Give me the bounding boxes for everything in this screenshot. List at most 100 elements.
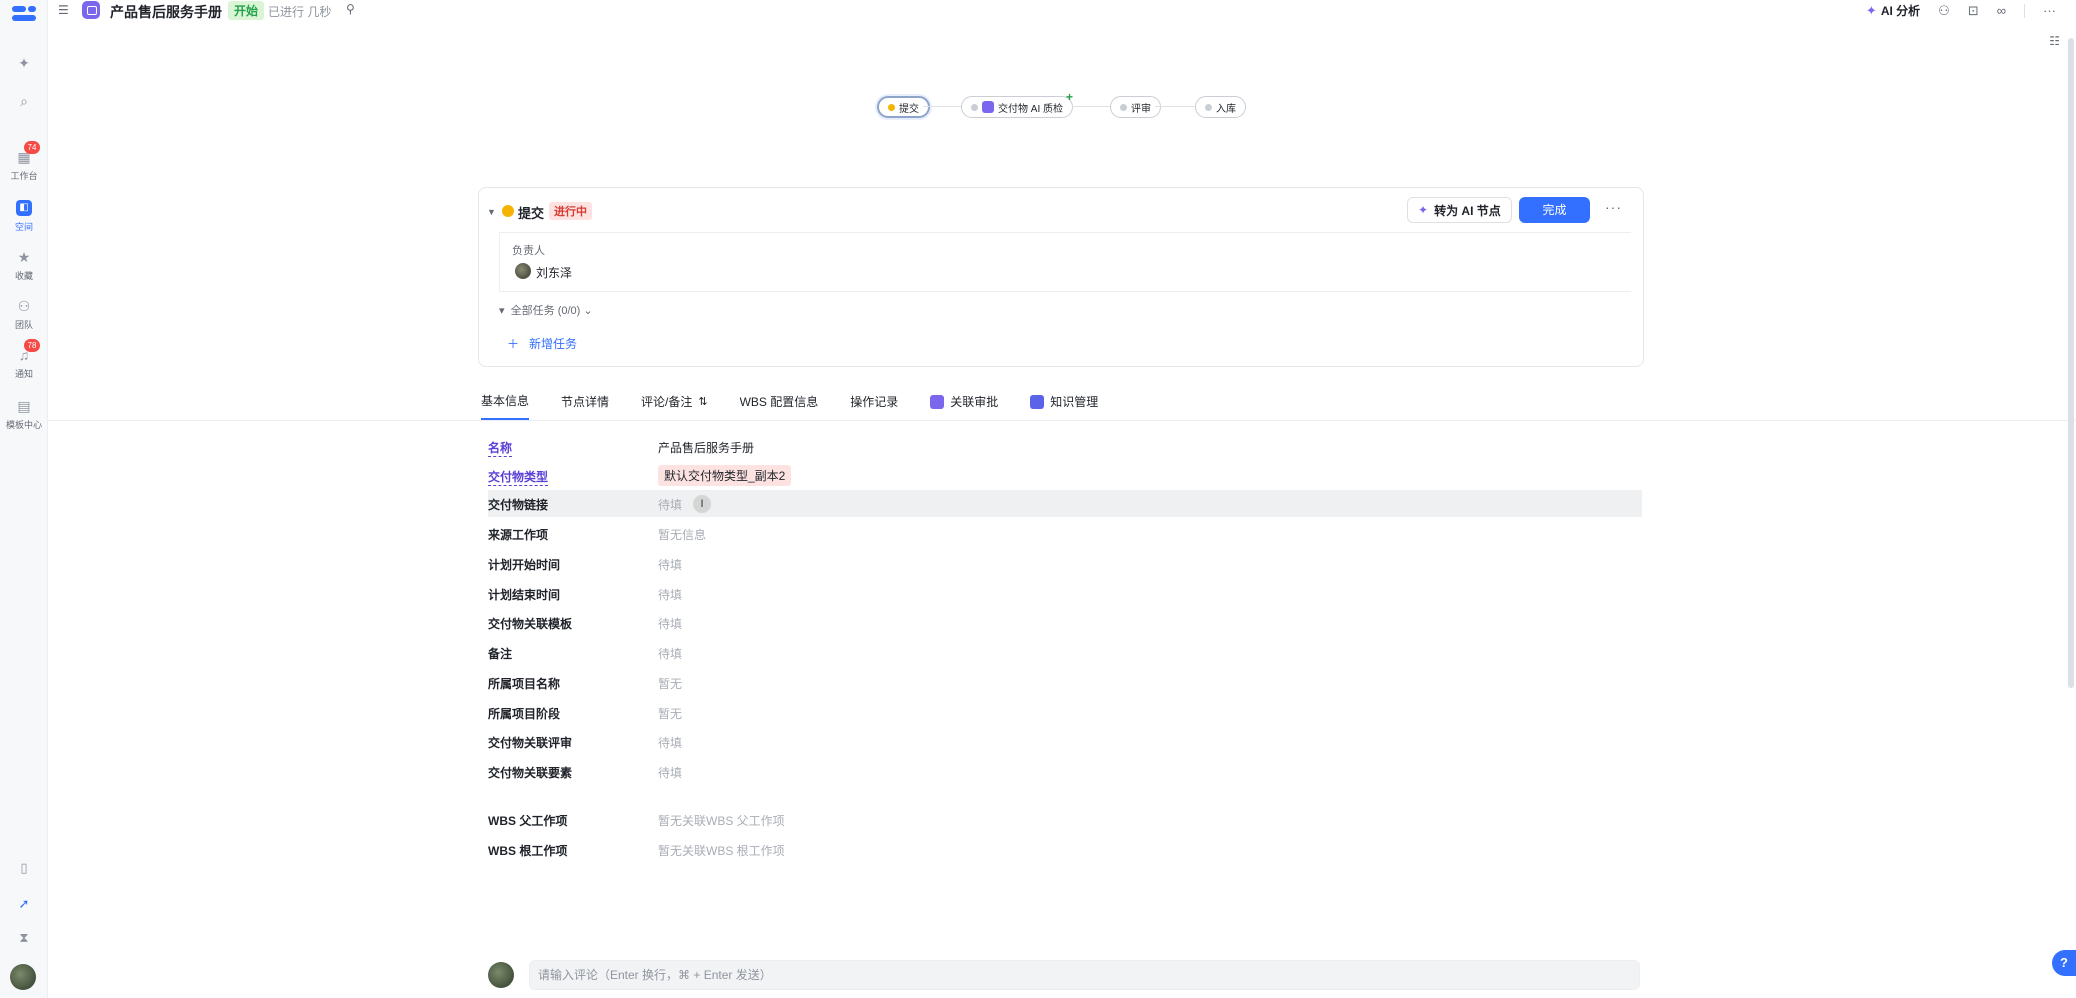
tab-label: 操作记录 <box>850 395 899 409</box>
flow-node-archive[interactable]: 入库 <box>1195 96 1246 118</box>
flow-node-submit[interactable]: 提交 <box>877 96 930 118</box>
field-label: WBS 父工作项 <box>488 814 568 828</box>
owner-name[interactable]: 刘东泽 <box>536 264 572 281</box>
owner-section: 负责人 刘东泽 <box>499 232 1631 292</box>
field-related-elements[interactable]: 交付物关联要素 待填 <box>488 759 1642 783</box>
all-tasks-toggle[interactable]: ▾ 全部任务 (0/0) ⌄ <box>499 302 593 318</box>
hourglass-icon[interactable]: ⧗ <box>0 930 48 946</box>
all-tasks-label: 全部任务 (0/0) <box>510 305 581 317</box>
rail-item-team[interactable]: ⚇ 团队 <box>0 298 48 331</box>
field-name[interactable]: 名称 产品售后服务手册 <box>488 434 1642 458</box>
field-source-item[interactable]: 来源工作项 暂无信息 <box>488 521 1642 545</box>
field-value-tag[interactable]: 默认交付物类型_副本2 <box>658 465 792 486</box>
rail-item-ai[interactable]: ✦ <box>0 55 48 75</box>
rail-item-search[interactable]: ⌕ <box>0 93 48 113</box>
field-value[interactable]: 待填 <box>658 556 682 573</box>
members-icon[interactable]: ⚇ <box>1938 3 1950 19</box>
field-project-stage[interactable]: 所属项目阶段 暂无 <box>488 700 1642 724</box>
field-deliverable-type[interactable]: 交付物类型 默认交付物类型_副本2 <box>488 463 1642 487</box>
top-bar: ☰ 产品售后服务手册 开始 已进行 几秒 ⚲ ✦ AI 分析 ⚇ ⊡ ∞ ··· <box>48 0 2076 20</box>
tab-node-details[interactable]: 节点详情 <box>561 390 609 420</box>
notification-badge: 78 <box>24 339 40 352</box>
field-plan-end[interactable]: 计划结束时间 待填 <box>488 581 1642 605</box>
bookmark-icon[interactable]: ⊡ <box>1968 3 1979 19</box>
comment-input[interactable]: 请输入评论（Enter 换行，⌘ + Enter 发送） <box>529 960 1640 990</box>
field-value[interactable]: 产品售后服务手册 <box>658 439 754 456</box>
status-dot <box>888 103 895 111</box>
field-related-review[interactable]: 交付物关联评审 待填 <box>488 729 1642 753</box>
rail-item-space[interactable]: ◧ 空间 <box>0 200 48 233</box>
help-icon[interactable]: ? <box>2052 950 2076 976</box>
field-value[interactable]: 待填 <box>658 734 682 751</box>
flow-node-label: 交付物 AI 质检 <box>998 103 1064 115</box>
field-project-name[interactable]: 所属项目名称 暂无 <box>488 670 1642 694</box>
status-badge[interactable]: 开始 <box>228 1 265 20</box>
deliverable-icon <box>82 1 100 19</box>
tab-wbs-config[interactable]: WBS 配置信息 <box>740 390 819 420</box>
field-value[interactable]: 暂无关联WBS 父工作项 <box>658 812 785 829</box>
field-value[interactable]: 待填 <box>658 764 682 781</box>
template-icon: ▤ <box>17 398 31 414</box>
app-logo[interactable] <box>12 6 36 22</box>
field-label: 计划结束时间 <box>488 588 561 602</box>
add-task-button[interactable]: ＋ 新增任务 <box>499 330 1631 358</box>
field-wbs-root[interactable]: WBS 根工作项 暂无关联WBS 根工作项 <box>488 837 1642 861</box>
field-value[interactable]: 暂无信息 <box>658 526 706 543</box>
convert-ai-node-label: 转为 AI 节点 <box>1434 203 1501 218</box>
field-value[interactable]: 待填 <box>658 586 682 603</box>
rail-item-label: 模板中心 <box>5 420 42 430</box>
field-value[interactable]: 待填 <box>658 645 682 662</box>
filter-icon[interactable]: ☷ <box>2049 34 2060 48</box>
more-icon[interactable]: ··· <box>2043 3 2056 18</box>
sort-icon[interactable]: ⇅ <box>698 395 707 408</box>
tab-knowledge[interactable]: 知识管理 <box>1030 390 1098 420</box>
tab-basic-info[interactable]: 基本信息 <box>481 390 530 420</box>
more-icon[interactable]: ··· <box>1605 199 1622 215</box>
field-label: 所属项目阶段 <box>488 707 561 721</box>
field-value[interactable]: 待填 <box>658 615 682 632</box>
flow-node-ai-check[interactable]: 交付物 AI 质检 <box>961 96 1074 118</box>
field-deliverable-link[interactable]: 交付物链接 待填 <box>488 490 1642 517</box>
field-value[interactable]: 暂无 <box>658 675 682 692</box>
rail-item-templates[interactable]: ▤ 模板中心 <box>0 398 48 431</box>
mobile-icon[interactable]: ▯ <box>0 860 48 876</box>
comment-avatar <box>488 962 514 988</box>
field-label: 交付物链接 <box>488 498 549 512</box>
sparkle-icon: ✦ <box>1865 2 1877 18</box>
field-value[interactable]: 暂无 <box>658 705 682 722</box>
field-value[interactable]: 待填 <box>658 496 682 513</box>
field-wbs-parent[interactable]: WBS 父工作项 暂无关联WBS 父工作项 <box>488 807 1642 831</box>
space-icon: ◧ <box>16 200 32 216</box>
rail-item-notifications[interactable]: 78 ♫ 通知 <box>0 339 48 380</box>
rail-item-workbench[interactable]: 74 ▦ 工作台 <box>0 141 48 182</box>
tab-label: WBS 配置信息 <box>739 395 819 409</box>
scrollbar[interactable] <box>2068 38 2074 688</box>
star-icon: ★ <box>17 249 31 265</box>
convert-ai-node-button[interactable]: ✦ 转为 AI 节点 <box>1407 197 1512 223</box>
field-value[interactable]: 暂无关联WBS 根工作项 <box>658 842 785 859</box>
sidebar-toggle-icon[interactable]: ☰ <box>58 3 69 17</box>
header-divider <box>2024 3 2025 18</box>
complete-button[interactable]: 完成 <box>1519 197 1590 223</box>
rocket-icon[interactable]: ➚ <box>0 896 48 912</box>
add-task-label: 新增任务 <box>529 337 578 351</box>
add-node-icon[interactable]: + <box>1066 90 1073 104</box>
field-template[interactable]: 交付物关联模板 待填 <box>488 610 1642 634</box>
tab-comments[interactable]: 评论/备注 ⇅ <box>641 390 708 420</box>
pin-icon[interactable]: ⚲ <box>346 2 355 16</box>
owner-avatar[interactable] <box>515 263 531 279</box>
field-remarks[interactable]: 备注 待填 <box>488 640 1642 664</box>
field-plan-start[interactable]: 计划开始时间 待填 <box>488 551 1642 575</box>
link-icon[interactable]: ∞ <box>1997 3 2006 18</box>
rail-item-favorites[interactable]: ★ 收藏 <box>0 249 48 282</box>
node-status-icon <box>502 205 514 217</box>
user-avatar[interactable] <box>10 964 36 990</box>
tab-operation-log[interactable]: 操作记录 <box>850 390 898 420</box>
flow-node-label: 提交 <box>899 103 919 115</box>
ai-analysis-button[interactable]: ✦ AI 分析 <box>1866 2 1920 19</box>
flow-node-review[interactable]: 评审 <box>1110 96 1161 118</box>
tab-related-approval[interactable]: 关联审批 <box>930 390 998 420</box>
collapse-caret-icon[interactable]: ▼ <box>487 207 496 217</box>
flow-connector <box>923 106 961 107</box>
field-label: 名称 <box>488 441 513 457</box>
